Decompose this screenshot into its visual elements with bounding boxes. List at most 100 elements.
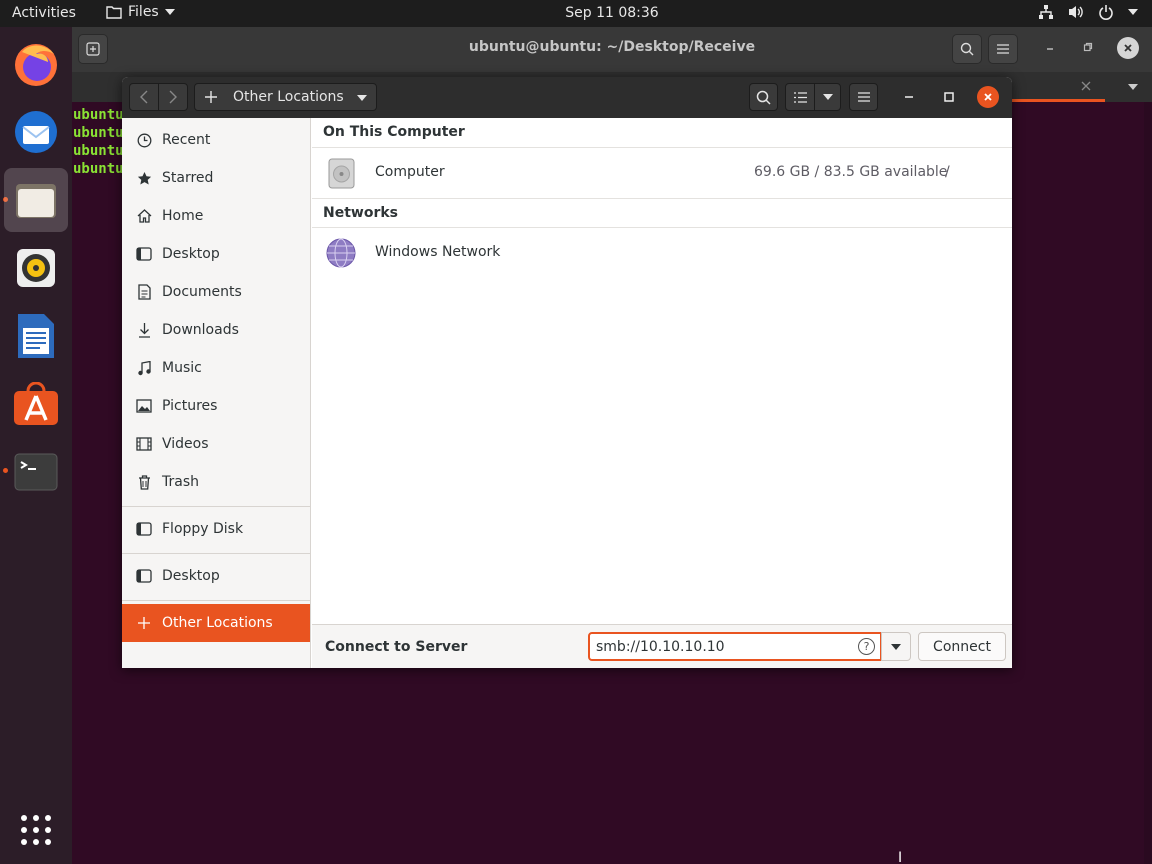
plus-icon [136,615,152,631]
terminal-tab[interactable] [1012,72,1105,102]
system-tray[interactable] [1038,4,1138,20]
sidebar-item-videos[interactable]: Videos [122,425,310,463]
sidebar-item-label: Music [162,360,202,376]
sidebar-item-label: Recent [162,132,211,148]
sidebar-item-floppy[interactable]: Floppy Disk [122,510,310,548]
sidebar-item-pictures[interactable]: Pictures [122,387,310,425]
terminal-scrollbar[interactable] [1144,102,1152,864]
recent-servers-dropdown[interactable] [881,632,911,661]
document-icon [136,284,152,300]
connect-label: Connect to Server [325,639,468,655]
location-row-windows-network[interactable]: Windows Network [312,228,1012,278]
sidebar-item-home[interactable]: Home [122,197,310,235]
minimize-icon[interactable] [1045,47,1055,51]
dock-writer[interactable] [4,304,68,368]
show-applications-button[interactable] [4,798,68,862]
sidebar-item-starred[interactable]: Starred [122,159,310,197]
list-view-icon [793,91,807,103]
terminal-menu-button[interactable] [988,34,1018,64]
download-icon [136,322,152,338]
top-bar: Activities Files Sep 11 08:36 [0,0,1152,27]
files-search-button[interactable] [749,83,778,111]
close-button[interactable] [977,86,999,108]
dock-terminal[interactable] [4,440,68,504]
volume-icon [1069,6,1083,18]
network-icon [1039,5,1053,19]
rhythmbox-icon [17,249,55,287]
close-icon [1124,44,1132,52]
terminal-line: ubuntu [73,107,124,123]
minimize-icon [905,96,913,98]
section-header: On This Computer [312,118,1012,148]
minimize-button[interactable] [897,85,921,109]
dock-rhythmbox[interactable] [4,236,68,300]
app-menu[interactable]: Files [106,4,175,20]
dock-software[interactable] [4,372,68,436]
sidebar-item-recent[interactable]: Recent [122,121,310,159]
storage-info: 69.6 GB / 83.5 GB available [754,164,948,180]
location-label: Computer [375,164,445,180]
forward-button[interactable] [158,83,188,111]
terminal-search-button[interactable] [952,34,982,64]
dock-files[interactable] [4,168,68,232]
sidebar-item-label: Trash [162,474,199,490]
location-button[interactable]: Other Locations [194,83,377,111]
sidebar-item-other-locations[interactable]: Other Locations [122,604,310,642]
terminal-line: ubuntu [73,143,124,159]
sidebar-item-label: Videos [162,436,209,452]
sidebar-item-desktop-bookmark[interactable]: Desktop [122,557,310,595]
chevron-left-icon [140,90,148,104]
close-icon [984,93,992,101]
sidebar-item-desktop[interactable]: Desktop [122,235,310,273]
terminal-line: ubuntu [73,125,124,141]
dock [0,27,72,864]
activities-button[interactable]: Activities [12,5,76,21]
sidebar-item-documents[interactable]: Documents [122,273,310,311]
tabs-menu-icon[interactable] [1128,84,1138,90]
server-address-input[interactable] [588,632,882,661]
sidebar-item-label: Starred [162,170,214,186]
new-tab-button[interactable] [78,34,108,64]
view-options-button[interactable] [814,83,841,111]
close-tab-icon[interactable] [1081,81,1091,91]
clock[interactable]: Sep 11 08:36 [565,5,658,21]
sidebar-item-trash[interactable]: Trash [122,463,310,501]
trash-icon [136,474,152,490]
chevron-down-icon [357,95,367,101]
dock-thunderbird[interactable] [4,100,68,164]
sidebar-item-label: Home [162,208,204,224]
chevron-down-icon [891,643,901,650]
terminal-close-button[interactable] [1117,37,1139,59]
sidebar-item-music[interactable]: Music [122,349,310,387]
hamburger-icon [857,92,870,102]
star-icon [136,170,152,186]
sidebar-item-label: Desktop [162,568,220,584]
sidebar-item-label: Documents [162,284,242,300]
sidebar-item-label: Pictures [162,398,218,414]
files-icon [16,184,56,218]
connect-button[interactable]: Connect [918,632,1006,661]
connect-to-server-bar: Connect to Server ? Connect [312,624,1012,668]
location-row-computer[interactable]: Computer 69.6 GB / 83.5 GB available / [312,148,1012,198]
video-icon [136,436,152,452]
software-icon [14,382,58,425]
location-label: Windows Network [375,244,501,260]
power-icon [1099,5,1113,20]
sidebar-item-downloads[interactable]: Downloads [122,311,310,349]
sidebar-item-label: Floppy Disk [162,521,244,537]
files-menu-button[interactable] [849,83,878,111]
chevron-down-icon [822,94,833,100]
restore-icon[interactable] [1083,42,1093,52]
back-button[interactable] [129,83,159,111]
sidebar-item-label: Downloads [162,322,239,338]
help-icon[interactable]: ? [858,638,875,655]
maximize-button[interactable] [937,85,961,109]
locations-view: On This Computer Computer 69.6 GB / 83.5… [312,118,1012,624]
dock-firefox[interactable] [4,32,68,96]
home-icon [136,208,152,224]
view-list-button[interactable] [785,83,815,111]
thunderbird-icon [15,111,57,153]
sidebar-separator [122,506,310,507]
chevron-right-icon [169,90,177,104]
chevron-down-icon [164,9,175,15]
